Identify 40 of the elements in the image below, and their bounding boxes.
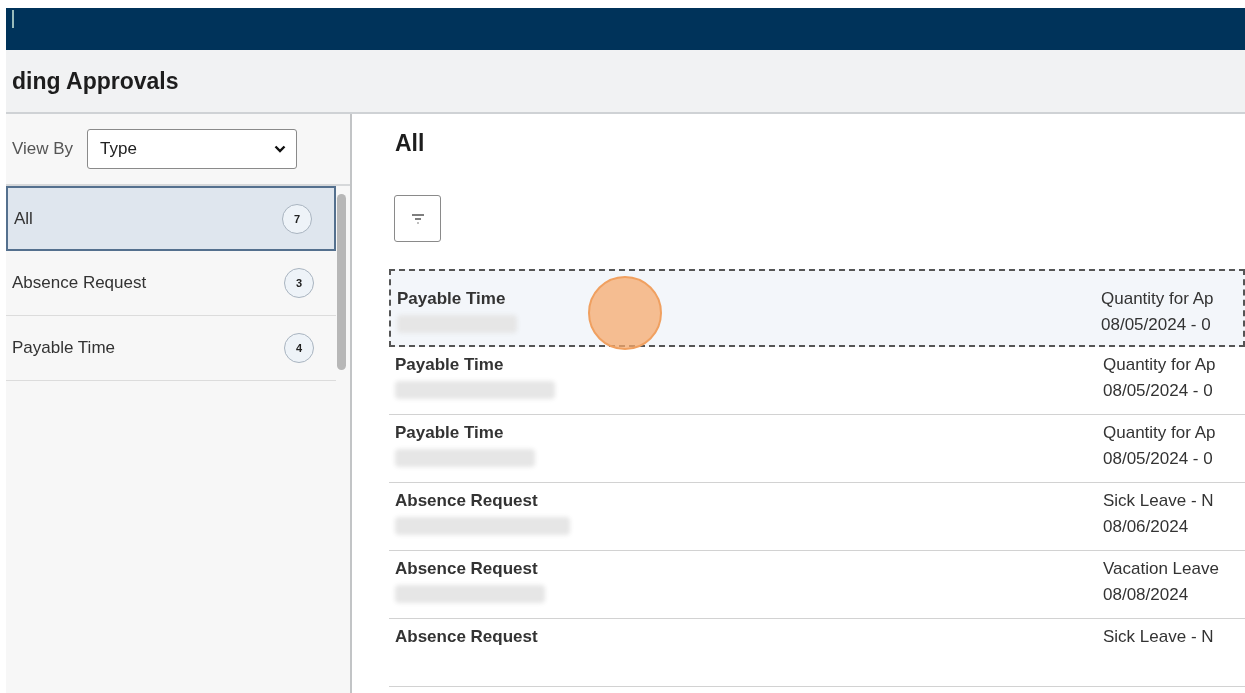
count-badge: 4	[284, 333, 314, 363]
approval-detail: Vacation Leave	[1103, 559, 1220, 579]
category-item[interactable]: Absence Request 3	[6, 251, 336, 316]
view-by-label: View By	[12, 139, 74, 159]
approval-date: 08/05/2024 - 0	[1103, 449, 1214, 469]
approval-type: Absence Request	[395, 627, 538, 647]
category-item[interactable]: Payable Time 4	[6, 316, 336, 381]
approval-row[interactable]: Absence Request Sick Leave - N	[389, 619, 1245, 687]
category-label: All	[14, 208, 33, 229]
approval-date: 08/05/2024 - 0	[1103, 381, 1214, 401]
approval-date: 08/08/2024	[1103, 585, 1190, 605]
approval-row[interactable]: Absence Request Sick Leave - N 08/06/2024	[389, 483, 1245, 551]
filter-icon	[410, 212, 425, 225]
section-heading: All	[394, 130, 426, 158]
approval-detail: Quantity for Ap	[1103, 355, 1217, 375]
chevron-down-icon	[274, 145, 287, 153]
approval-type: Absence Request	[395, 559, 539, 579]
count-badge: 3	[284, 268, 314, 298]
approval-date: 08/06/2024	[1103, 517, 1190, 537]
approval-row[interactable]: Payable Time Quantity for Ap 08/05/2024 - 0	[389, 347, 1245, 415]
filter-button[interactable]	[394, 195, 441, 242]
category-label: Absence Request	[12, 273, 147, 293]
approval-detail: Quantity for Ap	[1103, 423, 1217, 443]
approval-type: Absence Request	[395, 491, 539, 511]
category-item[interactable]: All 7	[6, 186, 336, 251]
approval-detail: Sick Leave - N	[1103, 491, 1215, 511]
approval-detail: Sick Leave - N	[1103, 627, 1215, 647]
scrollbar-thumb[interactable]	[337, 194, 346, 370]
approval-type: Payable Time	[395, 423, 505, 443]
approval-date: 08/05/2024 - 0	[1101, 315, 1212, 335]
approval-type: Payable Time	[397, 289, 507, 309]
approval-row[interactable]: Payable Time Quantity for Ap 08/05/2024 - 0	[389, 269, 1245, 347]
approval-detail: Quantity for Ap	[1101, 289, 1215, 309]
page-title: ding Approvals	[12, 67, 179, 95]
count-badge: 7	[282, 203, 312, 234]
approval-row[interactable]: Absence Request Vacation Leave 08/08/2024	[389, 551, 1245, 619]
approval-row[interactable]: Payable Time Quantity for Ap 08/05/2024 - 0	[389, 415, 1245, 483]
approval-type: Payable Time	[395, 355, 505, 375]
category-label: Payable Time	[12, 338, 115, 358]
view-by-dropdown[interactable]: Type	[87, 129, 298, 169]
